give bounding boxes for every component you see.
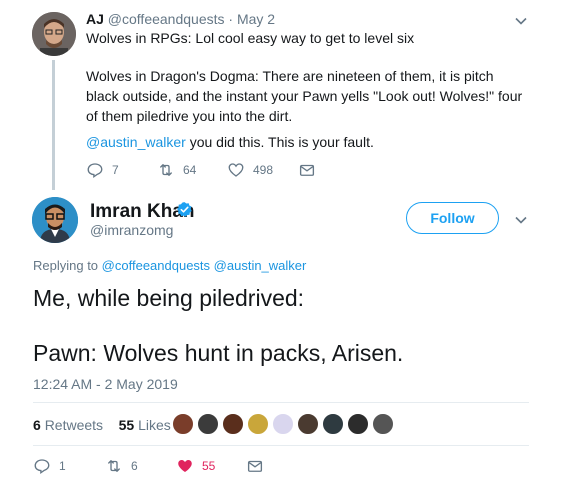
mention-link[interactable]: @austin_walker <box>86 134 186 150</box>
separator: · <box>228 11 234 27</box>
liker-avatar[interactable] <box>297 413 319 435</box>
author-handle[interactable]: @coffeeandquests <box>108 11 225 27</box>
retweet-icon <box>108 460 120 472</box>
retweet-button[interactable]: 64 <box>157 161 196 179</box>
retweet-count: 6 <box>131 459 138 473</box>
replying-to: Replying to @coffeeandquests @austin_wal… <box>33 258 306 273</box>
avatar[interactable] <box>32 197 78 243</box>
author-handle[interactable]: @imranzomg <box>90 222 173 238</box>
thread-line <box>52 60 55 190</box>
tweet-stats: 6 Retweets 55 Likes <box>33 417 171 433</box>
avatar[interactable] <box>32 12 76 56</box>
retweet-count: 64 <box>183 163 197 177</box>
heart-filled-icon <box>178 460 192 472</box>
retweets-stat[interactable]: 6 Retweets <box>33 417 103 433</box>
liker-avatar[interactable] <box>322 413 344 435</box>
reply-button[interactable]: 7 <box>86 161 119 179</box>
divider <box>33 402 529 403</box>
liker-avatar[interactable] <box>197 413 219 435</box>
envelope-icon <box>299 164 315 176</box>
retweets-label: Retweets <box>44 417 104 433</box>
parent-tweet[interactable]: AJ @coffeeandquests · May 2 Wolves in RP… <box>0 0 561 190</box>
likes-stat[interactable]: 55 Likes <box>119 417 171 433</box>
likes-count: 55 <box>118 417 135 433</box>
parent-tweet-header: AJ @coffeeandquests · May 2 <box>86 11 275 27</box>
retweet-button[interactable]: 6 <box>105 457 138 475</box>
chevron-down-icon[interactable] <box>515 15 527 27</box>
dm-button[interactable] <box>298 161 324 179</box>
tweet-text-line1: Wolves in RPGs: Lol cool easy way to get… <box>86 30 415 46</box>
like-count: 498 <box>253 163 274 177</box>
reply-mention-link[interactable]: @coffeeandquests <box>102 258 210 273</box>
liker-avatar[interactable] <box>272 413 294 435</box>
liker-avatar[interactable] <box>372 413 394 435</box>
like-button[interactable]: 498 <box>227 161 273 179</box>
liker-avatars <box>172 413 397 435</box>
reply-button[interactable]: 1 <box>33 457 66 475</box>
tweet-text-rest: you did this. This is your fault. <box>185 134 374 150</box>
liker-avatar[interactable] <box>247 413 269 435</box>
follow-button[interactable]: Follow <box>406 202 499 234</box>
reply-icon <box>87 163 103 179</box>
liker-avatar[interactable] <box>222 413 244 435</box>
reply-count: 1 <box>59 459 66 473</box>
likes-label: Likes <box>138 417 171 433</box>
tweet-text-line1: Me, while being piledrived: <box>33 285 305 311</box>
retweets-count: 6 <box>33 417 41 433</box>
tweet-text-line2: Pawn: Wolves hunt in packs, Arisen. <box>33 340 404 366</box>
divider <box>33 445 529 446</box>
like-button[interactable]: 55 <box>176 457 215 475</box>
retweet-icon <box>160 164 172 176</box>
tweet-text-paragraph: Wolves in Dragon's Dogma: There are nine… <box>86 68 523 124</box>
tweet-date[interactable]: May 2 <box>237 11 275 27</box>
liker-avatar[interactable] <box>172 413 194 435</box>
reply-icon <box>34 459 50 475</box>
reply-count: 7 <box>112 163 119 177</box>
heart-icon <box>228 163 244 177</box>
dm-button[interactable] <box>246 457 272 475</box>
tweet-text-paragraph: @austin_walker you did this. This is you… <box>86 132 526 152</box>
author-name[interactable]: AJ <box>86 11 104 27</box>
reply-mention-link[interactable]: @austin_walker <box>214 258 307 273</box>
envelope-icon <box>247 460 263 472</box>
chevron-down-icon[interactable] <box>515 214 527 226</box>
verified-badge-icon <box>176 201 193 218</box>
tweet-timestamp[interactable]: 12:24 AM - 2 May 2019 <box>33 376 178 392</box>
like-count: 55 <box>202 459 216 473</box>
liker-avatar[interactable] <box>347 413 369 435</box>
replying-label: Replying to <box>33 258 99 273</box>
